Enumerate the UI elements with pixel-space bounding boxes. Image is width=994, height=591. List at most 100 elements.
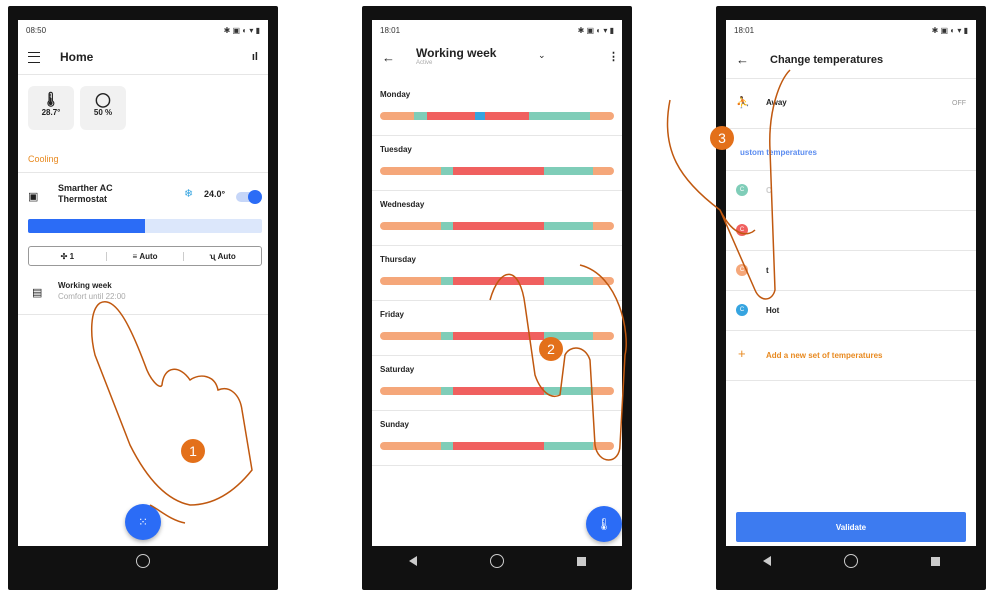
level-fill — [28, 219, 145, 233]
swing-value: Auto — [139, 251, 158, 261]
power-toggle[interactable] — [236, 190, 262, 204]
schedule-segment — [380, 332, 441, 340]
schedule-segment — [440, 387, 453, 395]
schedule-bar — [380, 112, 614, 120]
drop-icon: ◯ — [95, 91, 111, 107]
program-title: Working week — [416, 46, 497, 60]
add-set-link[interactable]: Add a new set of temperatures — [766, 351, 882, 360]
system-nav — [726, 546, 976, 576]
home-nav-icon[interactable] — [136, 554, 150, 568]
home-nav-icon[interactable] — [489, 554, 504, 568]
page-title: Home — [60, 50, 94, 64]
level-slider[interactable] — [28, 219, 262, 233]
schedule-segment — [590, 112, 614, 120]
schedule-segment — [440, 277, 453, 285]
recents-nav-icon[interactable] — [930, 556, 940, 566]
chart-icon[interactable]: ıl — [252, 51, 258, 63]
hand-pointer-1-icon — [90, 300, 253, 524]
schedule-bar — [380, 167, 614, 175]
chevron-down-icon[interactable]: ⌄ — [538, 50, 546, 61]
mode-button[interactable]: ʯ Auto — [183, 251, 261, 261]
back-nav-icon[interactable] — [408, 556, 417, 566]
day-row[interactable]: Monday — [372, 80, 622, 136]
status-icons: ✱ ▣ ◐ ▾ ▮ — [223, 25, 260, 35]
program-title: Working week — [58, 281, 112, 290]
humidity-value: 50 % — [93, 108, 113, 117]
app-bar: Home ıl — [18, 40, 268, 74]
schedule-segment — [452, 222, 545, 230]
mode-value: Auto — [217, 251, 236, 261]
status-time: 18:01 — [734, 25, 755, 35]
temperature-fab[interactable]: 🌡 — [586, 506, 622, 542]
home-nav-icon[interactable] — [843, 554, 858, 568]
schedule-segment — [413, 112, 428, 120]
device-icon: ▣ — [28, 191, 39, 203]
device-name-line2: Thermostat — [58, 194, 108, 204]
day-name: Thursday — [380, 255, 417, 264]
status-icons: ✱ ▣ ◐ ▾ ▮ — [931, 25, 968, 35]
status-bar: 18:01 ✱ ▣ ◐ ▾ ▮ — [372, 20, 622, 40]
back-arrow-icon[interactable]: ← — [736, 52, 749, 67]
schedule-segment — [380, 387, 441, 395]
thermometer-icon: 🌡 — [42, 91, 60, 107]
temperature-tile[interactable]: 🌡 28.7° — [28, 86, 74, 130]
schedule-segment — [427, 112, 475, 120]
step-badge-1: 1 — [181, 439, 205, 463]
hand-pointer-2-icon — [489, 264, 627, 461]
schedule-segment — [544, 222, 593, 230]
schedule-segment — [592, 167, 614, 175]
status-time: 18:01 — [380, 25, 401, 35]
back-nav-icon[interactable] — [762, 556, 771, 566]
day-name: Saturday — [380, 365, 415, 374]
system-nav — [18, 546, 268, 576]
status-bar: 08:50 ✱ ▣ ◐ ▾ ▮ — [18, 20, 268, 40]
schedule-segment — [440, 332, 453, 340]
day-name: Wednesday — [380, 200, 425, 209]
temperature-value: 28.7° — [41, 108, 61, 117]
schedule-segment — [529, 112, 591, 120]
humidity-tile[interactable]: ◯ 50 % — [80, 86, 126, 130]
status-icons: ✱ ▣ ◐ ▾ ▮ — [577, 25, 614, 35]
schedule-segment — [544, 167, 593, 175]
day-name: Tuesday — [380, 145, 412, 154]
schedule-segment — [380, 167, 441, 175]
status-time: 08:50 — [26, 25, 47, 35]
section-cooling: Cooling — [28, 154, 59, 164]
fan-speed-button[interactable]: ✣ 1 — [29, 252, 106, 261]
day-row[interactable]: Tuesday — [372, 135, 622, 191]
away-state[interactable]: OFF — [952, 100, 966, 107]
setpoint-value: 24.0° — [204, 189, 226, 199]
schedule-segment — [380, 277, 441, 285]
thermometer-icon: 🌡 — [596, 517, 612, 531]
validate-button[interactable]: Validate — [736, 512, 966, 542]
swing-button[interactable]: ≡ Auto — [105, 251, 184, 261]
mode-selector: ✣ 1 ≡ Auto ʯ Auto — [28, 246, 262, 266]
system-nav — [372, 546, 622, 576]
step-badge-3: 3 — [710, 126, 734, 150]
day-row[interactable]: Wednesday — [372, 190, 622, 246]
more-icon[interactable]: ⋮ — [608, 50, 619, 63]
recents-nav-icon[interactable] — [576, 556, 586, 566]
device-name-line1: Smarther AC — [58, 183, 113, 193]
plus-icon[interactable]: + — [738, 346, 746, 361]
fan-speed-value: 1 — [69, 251, 75, 261]
page-title: Change temperatures — [770, 54, 884, 66]
schedule-segment — [380, 442, 441, 450]
schedule-segment — [380, 112, 414, 120]
schedule-segment — [440, 222, 453, 230]
program-status: Active — [416, 60, 433, 66]
schedule-bar — [380, 222, 614, 230]
schedule-segment — [485, 112, 530, 120]
schedule-segment — [440, 442, 453, 450]
schedule-segment — [474, 112, 486, 120]
back-arrow-icon[interactable]: ← — [382, 50, 395, 65]
day-name: Monday — [380, 90, 411, 99]
schedule-segment — [592, 222, 614, 230]
day-name: Sunday — [380, 420, 409, 429]
calendar-icon: ▤ — [32, 287, 43, 299]
schedule-segment — [440, 167, 453, 175]
program-header: Working week Active — [416, 46, 496, 66]
day-name: Friday — [380, 310, 405, 319]
menu-icon[interactable] — [28, 51, 40, 63]
schedule-segment — [380, 222, 441, 230]
